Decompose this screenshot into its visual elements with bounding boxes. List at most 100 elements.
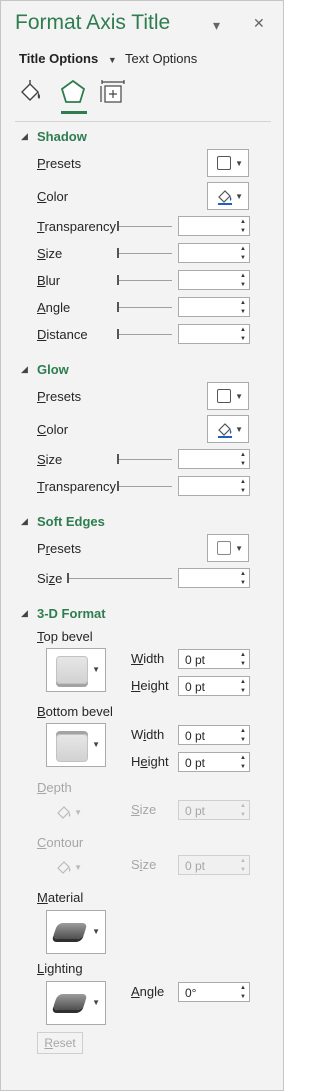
spin-up-icon[interactable]: ▲: [240, 452, 246, 458]
chevron-down-icon: ▼: [74, 863, 82, 872]
chevron-down-icon: ▼: [92, 665, 100, 674]
shadow-blur-slider-thumb[interactable]: [117, 275, 119, 285]
pane-title: Format Axis Title: [15, 11, 171, 34]
glow-transparency-slider[interactable]: [118, 486, 172, 487]
glow-size-slider[interactable]: [118, 459, 172, 460]
material-gallery[interactable]: ▼: [46, 910, 106, 954]
section-shadow-header[interactable]: Shadow: [37, 129, 87, 144]
shadow-presets-dropdown[interactable]: ▼: [207, 149, 249, 177]
chevron-down-icon: ▼: [92, 998, 100, 1007]
glow-transparency-spinner[interactable]: ▲ ▼: [178, 476, 250, 496]
depth-size-label: Size: [131, 802, 157, 817]
top-bevel-label: Top bevel: [37, 629, 93, 644]
lighting-angle-spinner[interactable]: 0° ▲ ▼: [178, 982, 250, 1002]
section-collapse-icon[interactable]: ◢: [21, 608, 28, 619]
spin-up-icon[interactable]: ▲: [240, 985, 246, 991]
chevron-down-icon: ▼: [235, 392, 243, 401]
shadow-blur-slider[interactable]: [118, 280, 172, 281]
fill-line-icon[interactable]: [17, 78, 45, 106]
spin-down-icon[interactable]: ▼: [240, 255, 246, 261]
bottom-bevel-gallery[interactable]: ▼: [46, 723, 106, 767]
soft-edges-size-label: Size: [37, 571, 63, 586]
spin-down-icon[interactable]: ▼: [240, 688, 246, 694]
spin-down-icon[interactable]: ▼: [240, 309, 246, 315]
shadow-color-label: Color: [37, 189, 69, 204]
spin-up-icon[interactable]: ▲: [240, 327, 246, 333]
spin-down-icon[interactable]: ▼: [240, 661, 246, 667]
spin-down-icon[interactable]: ▼: [240, 764, 246, 770]
shadow-angle-spinner[interactable]: ▲ ▼: [178, 297, 250, 317]
shadow-size-spinner[interactable]: ▲ ▼: [178, 243, 250, 263]
section-soft-edges-header[interactable]: Soft Edges: [37, 514, 105, 529]
glow-size-slider-thumb[interactable]: [117, 454, 119, 464]
size-properties-icon[interactable]: [99, 78, 127, 106]
glow-size-spinner[interactable]: ▲ ▼: [178, 449, 250, 469]
spinner-value: 0 pt: [185, 680, 206, 694]
shadow-color-picker[interactable]: ▼: [207, 182, 249, 210]
spin-up-icon[interactable]: ▲: [240, 728, 246, 734]
spin-up-icon[interactable]: ▲: [240, 755, 246, 761]
chevron-down-icon: ▼: [107, 55, 117, 65]
shadow-size-slider[interactable]: [118, 253, 172, 254]
section-glow-header[interactable]: Glow: [37, 362, 69, 377]
reset-button: Reset: [37, 1032, 83, 1054]
spin-down-icon[interactable]: ▼: [240, 228, 246, 234]
spinner-value: 0 pt: [185, 653, 206, 667]
tab-text-options[interactable]: Text Options: [125, 51, 197, 66]
tab-title-options[interactable]: Title Options ▼: [19, 51, 117, 66]
contour-size-spinner: 0 pt ▲ ▼: [178, 855, 250, 875]
spin-down-icon: ▼: [240, 812, 246, 818]
pane-options-chevron-icon[interactable]: ▾: [213, 17, 220, 34]
section-3d-format-header[interactable]: 3-D Format: [37, 606, 106, 621]
spin-up-icon[interactable]: ▲: [240, 246, 246, 252]
spinner-value: 0 pt: [185, 756, 206, 770]
section-collapse-icon[interactable]: ◢: [21, 516, 28, 527]
spin-down-icon[interactable]: ▼: [240, 737, 246, 743]
spin-up-icon[interactable]: ▲: [240, 479, 246, 485]
spin-down-icon[interactable]: ▼: [240, 336, 246, 342]
spin-down-icon[interactable]: ▼: [240, 488, 246, 494]
bottom-bevel-height-spinner[interactable]: 0 pt ▲ ▼: [178, 752, 250, 772]
shadow-transparency-slider-thumb[interactable]: [117, 221, 119, 231]
spin-up-icon[interactable]: ▲: [240, 679, 246, 685]
spin-down-icon[interactable]: ▼: [240, 994, 246, 1000]
bottom-bevel-width-spinner[interactable]: 0 pt ▲ ▼: [178, 725, 250, 745]
spin-down-icon[interactable]: ▼: [240, 580, 246, 586]
soft-edges-size-spinner[interactable]: ▲ ▼: [178, 568, 250, 588]
spin-up-icon[interactable]: ▲: [240, 652, 246, 658]
chevron-down-icon: ▼: [74, 808, 82, 817]
shadow-transparency-slider[interactable]: [118, 226, 172, 227]
spin-down-icon[interactable]: ▼: [240, 282, 246, 288]
shadow-size-slider-thumb[interactable]: [117, 248, 119, 258]
shadow-distance-label: Distance: [37, 327, 88, 342]
shadow-distance-spinner[interactable]: ▲ ▼: [178, 324, 250, 344]
shadow-distance-slider[interactable]: [118, 334, 172, 335]
close-icon[interactable]: ✕: [253, 15, 265, 32]
spin-up-icon[interactable]: ▲: [240, 571, 246, 577]
glow-transparency-slider-thumb[interactable]: [117, 481, 119, 491]
paint-bucket-icon: [57, 861, 71, 874]
soft-edges-presets-dropdown[interactable]: ▼: [207, 534, 249, 562]
section-collapse-icon[interactable]: ◢: [21, 364, 28, 375]
shadow-distance-slider-thumb[interactable]: [117, 329, 119, 339]
soft-edges-size-slider-thumb[interactable]: [67, 573, 69, 583]
spin-up-icon[interactable]: ▲: [240, 300, 246, 306]
top-bevel-width-spinner[interactable]: 0 pt ▲ ▼: [178, 649, 250, 669]
spin-up-icon[interactable]: ▲: [240, 219, 246, 225]
shadow-blur-spinner[interactable]: ▲ ▼: [178, 270, 250, 290]
soft-edges-size-slider[interactable]: [68, 578, 172, 579]
effects-icon[interactable]: [59, 78, 87, 106]
top-bevel-gallery[interactable]: ▼: [46, 648, 106, 692]
shadow-transparency-spinner[interactable]: ▲ ▼: [178, 216, 250, 236]
spin-down-icon[interactable]: ▼: [240, 461, 246, 467]
lighting-gallery[interactable]: ▼: [46, 981, 106, 1025]
soft-edges-presets-label: Presets: [37, 541, 82, 556]
spin-up-icon[interactable]: ▲: [240, 273, 246, 279]
material-label: Material: [37, 890, 84, 905]
glow-color-picker[interactable]: ▼: [207, 415, 249, 443]
shadow-angle-slider[interactable]: [118, 307, 172, 308]
top-bevel-height-spinner[interactable]: 0 pt ▲ ▼: [178, 676, 250, 696]
shadow-angle-slider-thumb[interactable]: [117, 302, 119, 312]
section-collapse-icon[interactable]: ◢: [21, 131, 28, 142]
glow-presets-dropdown[interactable]: ▼: [207, 382, 249, 410]
